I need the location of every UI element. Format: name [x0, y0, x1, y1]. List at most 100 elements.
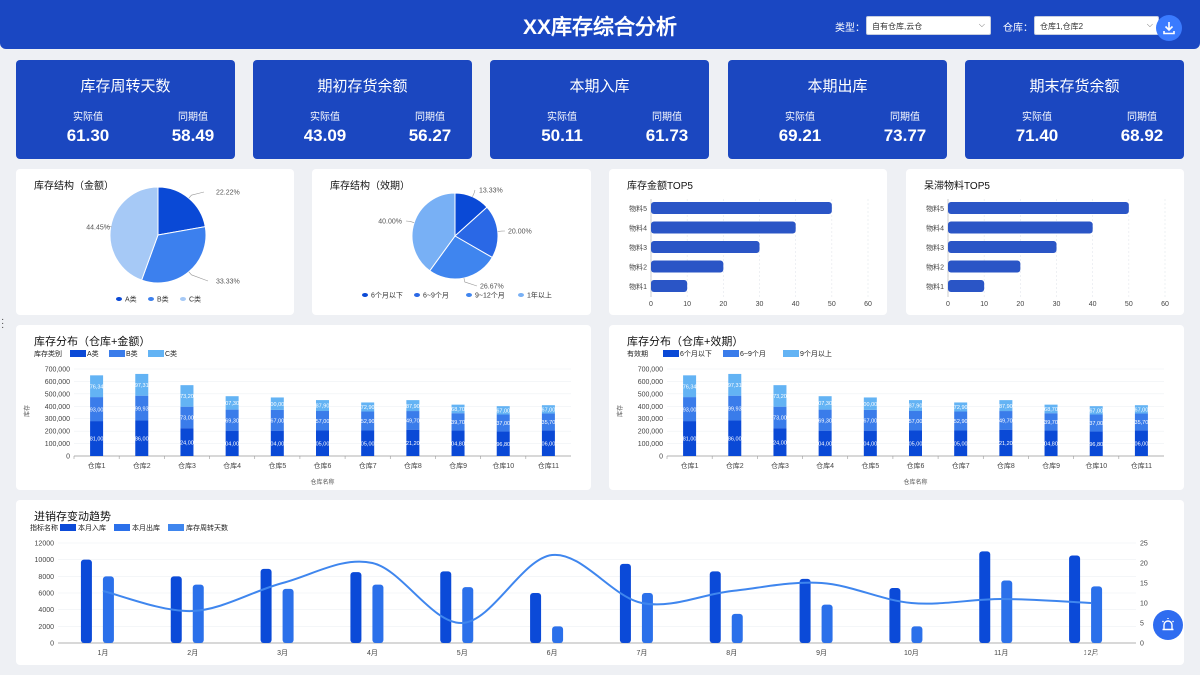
segment-label: 35,70	[542, 420, 556, 426]
y-tick-label: 物料5	[926, 204, 944, 213]
y-tick-label: 700,000	[638, 367, 663, 374]
legend-label: B类	[157, 295, 169, 304]
y-axis-title: 库存	[616, 405, 624, 417]
legend-marker	[70, 350, 86, 357]
pie-value-label: 22.22%	[216, 190, 240, 197]
x-tick-label: 20	[719, 301, 727, 308]
x-tick-label: 8月	[726, 649, 737, 657]
y-left-tick-label: 4000	[38, 607, 54, 614]
segment-label: 57,00	[316, 419, 330, 425]
kpi-actual-label: 实际值	[310, 112, 340, 123]
segment-label: 86,00	[135, 436, 149, 442]
type-filter-select[interactable]: 自有仓库,云仓 ⌵	[866, 16, 991, 35]
pie-value-label: 26.67%	[480, 284, 504, 291]
warehouse-filter-select[interactable]: 仓库1,仓库2 ⌵	[1034, 16, 1159, 35]
dist-amount-chart: 库存类别 A类 B类 C类 0 100,000 200,000 300,000 400,000 5…	[23, 349, 571, 486]
legend-marker	[783, 350, 799, 357]
segment-label: 73,20	[180, 394, 194, 400]
x-tick-label: 5月	[457, 649, 468, 657]
segment-label: 37,00	[496, 421, 510, 427]
legend-title: 有效期	[627, 349, 648, 358]
x-tick-label: 仓库3	[771, 461, 789, 470]
bar	[948, 280, 985, 292]
segment-label: 05,00	[954, 441, 968, 447]
bar	[948, 260, 1021, 273]
x-axis-title: 仓库名称	[310, 478, 334, 486]
x-axis-title: 仓库名称	[903, 478, 927, 486]
legend-marker	[168, 524, 184, 531]
y-right-tick-label: 20	[1140, 561, 1148, 568]
kpi-card: 本期入库 实际值 同期值 50.11 61.73	[490, 60, 709, 159]
y-tick-label: 100,000	[45, 441, 70, 448]
watermark: CSDN @Leo.yuan	[1010, 645, 1159, 665]
segment-label: 86,00	[728, 436, 742, 442]
y-tick-label: 600,000	[638, 379, 663, 386]
bar	[948, 221, 1093, 234]
x-tick-label: 仓库1	[681, 461, 699, 470]
legend-label: 库存周转天数	[186, 523, 228, 532]
legend-label: A类	[87, 349, 99, 358]
kpi-prev-label: 同期值	[415, 112, 445, 123]
kpi-actual-value: 71.40	[1015, 126, 1059, 145]
y-tick-label: 100,000	[638, 441, 663, 448]
kpi-title: 期初存货余额	[317, 78, 408, 95]
y-tick-label: 700,000	[45, 367, 70, 374]
kpi-title: 本期出库	[807, 78, 868, 95]
type-filter-label: 类型：	[835, 23, 865, 34]
y-tick-label: 0	[659, 454, 663, 461]
pie-value-label: 13.33%	[479, 188, 503, 195]
pie-validity-card: 库存结构（效期） 13.33% 20.00% 26.67% 40.00% 6个月以下 6~…	[312, 169, 591, 315]
segment-label: 05,00	[316, 441, 330, 447]
kpi-prev-label: 同期值	[178, 112, 208, 123]
trend-chart: 指标名称 本月入库 本月出库 库存周转天数 0 2000 4000 6000 8000 10000…	[30, 523, 1148, 657]
top5-idle-card: 呆滞物料TOP5 0 10 20 30 40 50 60 物料5 物料4 物料3 物料2 物料1	[906, 169, 1184, 315]
segment-label: 69,30	[818, 418, 832, 424]
kpi-prev-value: 56.27	[408, 126, 452, 145]
segment-label: 67,00	[542, 408, 556, 414]
segment-label: 99,93	[135, 406, 149, 412]
bar	[552, 626, 564, 643]
segment-label: 07,30	[225, 401, 239, 407]
alarm-button[interactable]	[1153, 610, 1183, 640]
y-right-tick-label: 5	[1140, 621, 1144, 628]
download-button[interactable]	[1156, 15, 1182, 41]
drag-handle-icon[interactable]: · · ·	[1, 315, 4, 333]
bar	[619, 563, 631, 643]
y-tick-label: 300,000	[638, 416, 663, 423]
header-bar: XX库存综合分析 类型： 自有仓库,云仓 ⌵ 仓库： 仓库1,仓库2 ⌵	[0, 0, 1200, 49]
segment-label: 00,00	[863, 402, 877, 408]
segment-label: 05,00	[361, 441, 375, 447]
chevron-down-icon: ⌵	[1146, 20, 1153, 29]
bar	[799, 578, 811, 643]
x-tick-label: 0	[649, 301, 653, 308]
bar	[1091, 586, 1103, 643]
segment-label: 87,90	[406, 404, 420, 410]
y-tick-label: 400,000	[45, 404, 70, 411]
x-tick-label: 仓库8	[997, 461, 1015, 470]
kpi-actual-value: 61.30	[66, 126, 110, 145]
segment-label: 87,90	[316, 404, 330, 410]
bar	[948, 241, 1057, 253]
segment-label: 39,70	[1044, 420, 1058, 426]
x-tick-label: 30	[756, 301, 764, 308]
segment-label: 68,70	[1044, 407, 1058, 413]
x-tick-label: 40	[792, 301, 800, 308]
pie-leader-line	[188, 191, 205, 199]
segment-label: 37,00	[1089, 421, 1103, 427]
kpi-actual-value: 69.21	[778, 126, 822, 145]
y-tick-label: 物料4	[629, 224, 647, 233]
bar	[372, 584, 384, 643]
bar	[911, 626, 923, 643]
dist-validity-card: 库存分布（仓库+效期） 有效期 6个月以下 6~9个月 9个月以上 0 100,000 20…	[609, 325, 1184, 490]
bar	[651, 221, 796, 234]
legend-label: B类	[126, 349, 138, 358]
x-tick-label: 仓库9	[1042, 461, 1060, 470]
segment-label: 21,20	[406, 441, 420, 447]
segment-label: 07,30	[818, 401, 832, 407]
segment-label: 52,90	[954, 419, 968, 425]
legend-label: 1年以上	[527, 291, 552, 300]
y-left-tick-label: 0	[50, 641, 54, 648]
kpi-prev-value: 61.73	[645, 126, 689, 145]
y-tick-label: 物料3	[926, 243, 944, 252]
bar	[440, 571, 452, 643]
